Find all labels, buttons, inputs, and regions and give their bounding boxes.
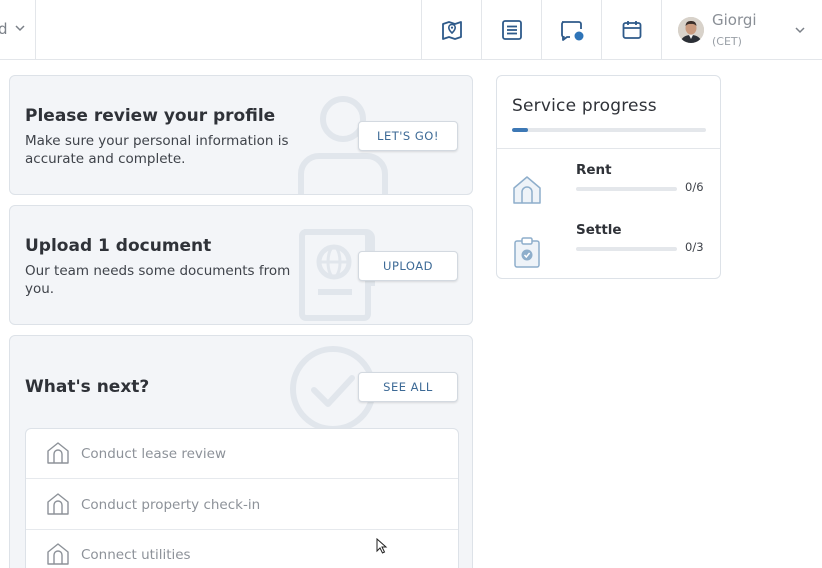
house-icon [513,176,541,204]
top-bar: d Giorgi (CET) [0,0,822,60]
panel-title: Service progress [512,96,657,116]
divider [497,148,720,149]
avatar [678,17,704,43]
card-description: Make sure your personal information is a… [25,133,289,167]
clipboard-check-icon [514,237,540,268]
row-count: 0/3 [685,240,704,254]
user-timezone: (CET) [712,35,742,48]
card-title: What's next? [25,377,150,397]
card-title: Upload 1 document [25,236,212,256]
list-item[interactable]: Connect utilities [26,530,458,568]
row-label: Rent [576,162,612,178]
mouse-cursor-icon [376,538,388,554]
map-button[interactable] [421,0,481,59]
calendar-button[interactable] [601,0,661,59]
workspace-selector[interactable]: d [0,0,36,59]
workspace-selector-label: d [0,20,8,38]
lets-go-button[interactable]: LET'S GO! [358,121,458,151]
see-all-button[interactable]: SEE ALL [358,372,458,402]
chat-button[interactable] [541,0,601,59]
upload-document-card: Upload 1 document Our team needs some do… [9,205,473,325]
progress-fill [512,128,528,132]
house-icon [47,493,69,515]
user-name: Giorgi [712,11,757,29]
list-item-label: Conduct property check-in [81,497,261,513]
card-title: Please review your profile [25,106,276,126]
card-description: Our team needs some documents from you. [25,263,291,297]
list-item[interactable]: Conduct lease review [26,429,458,479]
row-progress-bar [576,187,677,191]
progress-row-settle[interactable]: Settle 0/3 [497,222,720,282]
chat-icon [560,20,583,41]
user-menu[interactable]: Giorgi (CET) [661,0,822,59]
overall-progress-bar [512,128,706,132]
row-count: 0/6 [685,180,704,194]
chevron-down-icon [15,25,25,32]
house-icon [47,543,69,565]
row-progress-bar [576,247,677,251]
house-icon [47,442,69,464]
profile-review-card: Please review your profile Make sure you… [9,75,473,195]
list-item-label: Connect utilities [81,547,191,563]
list-item-label: Conduct lease review [81,446,226,462]
list-button[interactable] [481,0,541,59]
chevron-down-icon [795,27,805,34]
progress-row-rent[interactable]: Rent 0/6 [497,162,720,222]
calendar-icon [622,20,641,39]
list-item[interactable]: Conduct property check-in [26,480,458,530]
next-steps-list: Conduct lease review Conduct property ch… [25,428,459,568]
row-label: Settle [576,222,622,238]
list-icon [501,19,522,40]
upload-button[interactable]: UPLOAD [358,251,458,281]
service-progress-panel: Service progress Rent 0/6 Settle 0/3 [496,75,721,279]
map-icon [441,20,462,40]
